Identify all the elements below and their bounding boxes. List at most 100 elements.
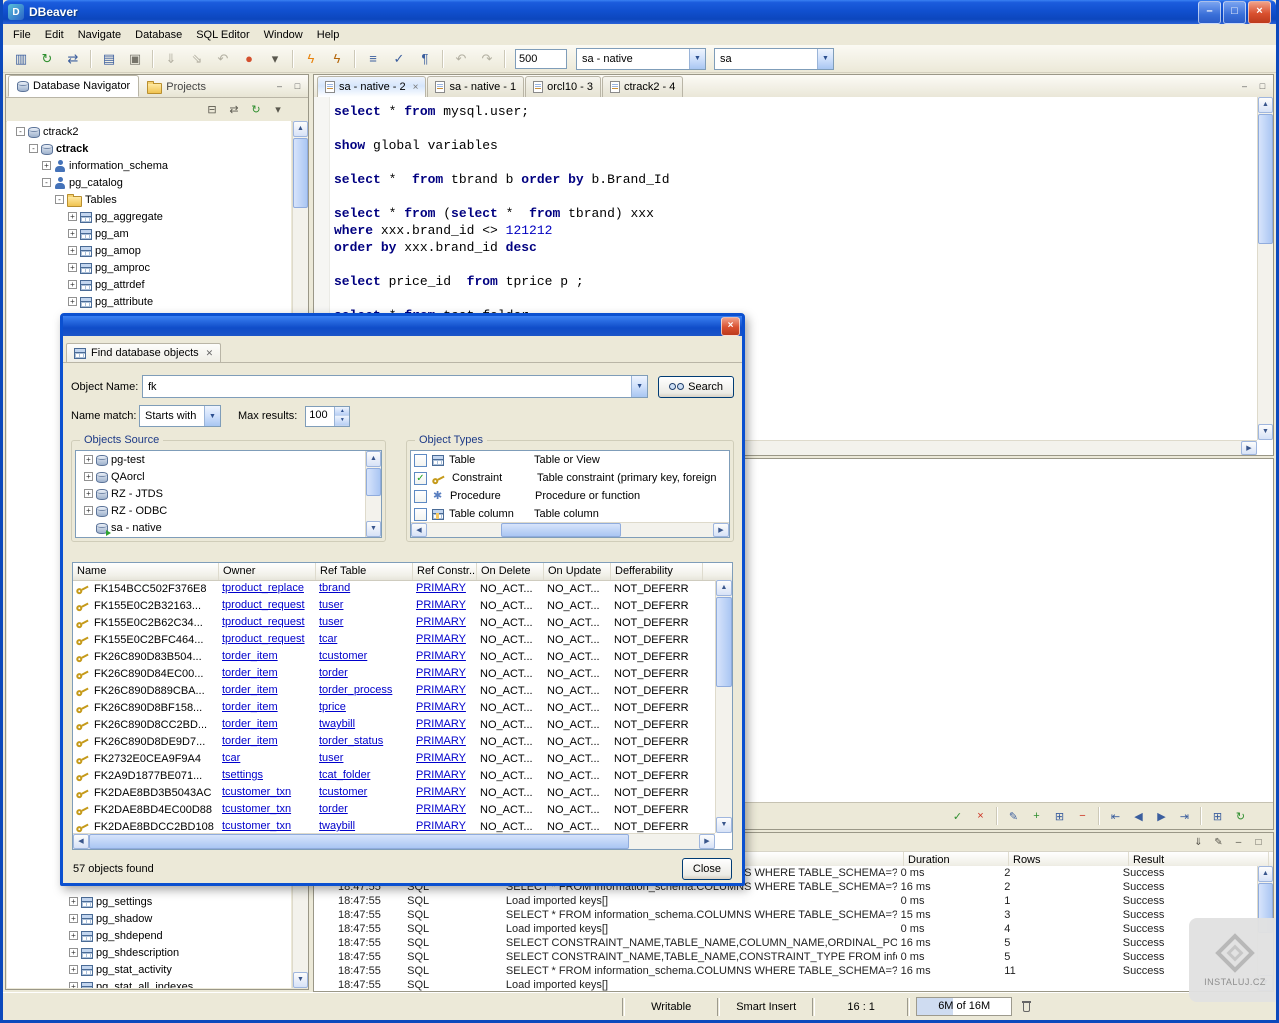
log-row[interactable]: 18:47:55 SQL Load imported keys[] 0 ms 4 Succ… — [314, 922, 1257, 936]
minimize-view-icon[interactable]: – — [272, 78, 287, 93]
first-row-icon[interactable]: ⇤ — [1105, 806, 1126, 827]
window-titlebar[interactable]: D DBeaver – □ × — [3, 0, 1276, 24]
edit-value-icon[interactable]: ✎ — [1003, 806, 1024, 827]
column-header-ref-constr[interactable]: Ref Constr... — [413, 563, 477, 580]
checkbox-unchecked-icon[interactable] — [414, 507, 427, 521]
source-item-pg-test[interactable]: + pg-test — [76, 451, 381, 468]
menu-item-file[interactable]: File — [6, 27, 38, 43]
tree-item-pg-am[interactable]: + pg_am — [7, 225, 291, 242]
tree-item-pg-shdepend[interactable]: + pg_shdepend — [8, 927, 291, 944]
menu-item-edit[interactable]: Edit — [38, 27, 71, 43]
tree-item-information-schema[interactable]: + information_schema — [7, 157, 291, 174]
column-header-ref-table[interactable]: Ref Table — [316, 563, 413, 580]
table-row[interactable]: FK155E0C2B62C34... tproduct_request tuser P… — [73, 614, 715, 631]
expand-icon[interactable]: + — [69, 982, 78, 988]
transaction-mode-icon[interactable]: ⇄ — [61, 47, 85, 71]
chevron-down-icon[interactable]: ▼ — [817, 48, 833, 69]
tree-item-pg-attrdef[interactable]: + pg_attrdef — [7, 276, 291, 293]
spin-up-icon[interactable]: ▲ — [335, 406, 350, 416]
log-row[interactable]: 18:47:55 SQL SELECT * FROM information_sch… — [314, 908, 1257, 922]
scroll-down-icon[interactable]: ▼ — [366, 521, 381, 537]
log-row[interactable]: 18:47:55 SQL SELECT CONSTRAINT_NAME,TABLE_… — [314, 950, 1257, 964]
object-type-table[interactable]: Table Table or View — [411, 451, 729, 469]
expand-icon[interactable]: + — [68, 263, 77, 272]
tab-database-navigator[interactable]: Database Navigator — [8, 75, 140, 97]
refresh-tree-icon[interactable]: ↻ — [246, 100, 266, 120]
maximize-view-icon[interactable]: □ — [1255, 78, 1270, 93]
table-row[interactable]: FK26C890D8CC2BD... torder_item twaybill PRI… — [73, 716, 715, 733]
scroll-down-icon[interactable]: ▼ — [716, 817, 732, 833]
tree-item-pg-shadow[interactable]: + pg_shadow — [8, 910, 291, 927]
scroll-left-icon[interactable]: ◀ — [411, 523, 427, 537]
types-horizontal-scrollbar[interactable]: ◀ ▶ — [411, 522, 729, 537]
column-header-defferability[interactable]: Defferability — [611, 563, 703, 580]
expand-icon[interactable]: + — [68, 212, 77, 221]
link-with-editor-icon[interactable]: ⇄ — [224, 100, 244, 120]
table-row[interactable]: FK2DAE8BDCC2BD108 tcustomer_txn twaybill PR… — [73, 818, 715, 833]
save-as-icon[interactable]: ⇘ — [185, 47, 209, 71]
name-match-select[interactable]: Starts with ▼ — [139, 405, 221, 427]
scroll-right-icon[interactable]: ▶ — [1241, 441, 1257, 455]
scroll-right-icon[interactable]: ▶ — [699, 834, 715, 849]
table-row[interactable]: FK2A9D1877BE071... tsettings tcat_folder PR… — [73, 767, 715, 784]
log-row[interactable]: 18:47:55 SQL SELECT * FROM information_sch… — [314, 964, 1257, 978]
tab-find-database-objects[interactable]: Find database objects ✕ — [66, 343, 222, 362]
expand-icon[interactable]: + — [69, 948, 78, 957]
minimize-button[interactable]: – — [1198, 0, 1221, 24]
new-sql-editor-icon[interactable]: ▤ — [97, 47, 121, 71]
log-row[interactable]: 18:47:55 SQL SELECT CONSTRAINT_NAME,TABLE_… — [314, 936, 1257, 950]
max-results-spinner[interactable]: 100 ▲ ▼ — [305, 405, 351, 427]
menu-item-sql-editor[interactable]: SQL Editor — [189, 27, 256, 43]
garbage-collect-button[interactable] — [1016, 997, 1036, 1017]
add-row-icon[interactable]: + — [1026, 806, 1047, 827]
tree-item-ctrack2[interactable]: - ctrack2 — [7, 123, 291, 140]
editor-tab-sa-native-1[interactable]: sa - native - 1 — [427, 76, 525, 97]
log-row[interactable]: 18:47:55 SQL Load imported keys[] 0 ms 1 Succ… — [314, 894, 1257, 908]
next-row-icon[interactable]: ▶ — [1151, 806, 1172, 827]
reconnect-icon[interactable]: ↻ — [35, 47, 59, 71]
expand-icon[interactable]: + — [68, 229, 77, 238]
log-filter-icon[interactable]: ✎ — [1210, 834, 1227, 850]
editor-tab-sa-native-2[interactable]: sa - native - 2 × — [317, 76, 427, 97]
collapse-icon[interactable]: - — [29, 144, 38, 153]
chevron-down-icon[interactable]: ▼ — [631, 376, 648, 397]
editor-scrollbar[interactable]: ▲ ▼ — [1257, 97, 1273, 440]
table-row[interactable]: FK155E0C2BFC464... tproduct_request tcar PR… — [73, 631, 715, 648]
execute-statement-icon[interactable]: ϟ — [299, 47, 323, 71]
scroll-right-icon[interactable]: ▶ — [713, 523, 729, 537]
source-item-qaorcl[interactable]: + QAorcl — [76, 468, 381, 485]
grid-view-icon[interactable]: ⊞ — [1207, 806, 1228, 827]
expand-icon[interactable]: + — [69, 931, 78, 940]
fetch-size-input[interactable] — [515, 48, 567, 69]
expand-icon[interactable]: + — [84, 489, 93, 498]
table-row[interactable]: FK155E0C2B32163... tproduct_request tuser P… — [73, 597, 715, 614]
table-row[interactable]: FK2DAE8BD4EC00D88 tcustomer_txn torder PRIM… — [73, 801, 715, 818]
redo-icon[interactable]: ↷ — [475, 47, 499, 71]
maximize-view-icon[interactable]: □ — [290, 78, 305, 93]
editor-tab-ctrack2-4[interactable]: ctrack2 - 4 — [601, 76, 684, 97]
close-button[interactable]: × — [1248, 0, 1271, 24]
object-name-input[interactable]: fk ▼ — [142, 375, 649, 398]
menu-item-database[interactable]: Database — [128, 27, 189, 43]
scroll-down-icon[interactable]: ▼ — [1258, 424, 1273, 440]
toolbar-menu-icon[interactable]: ▾ — [263, 47, 287, 71]
log-row[interactable]: 18:47:55 SQL Load imported keys[] — [314, 978, 1257, 991]
expand-icon[interactable]: + — [84, 506, 93, 515]
column-header-on-delete[interactable]: On Delete — [477, 563, 544, 580]
expand-icon[interactable]: + — [69, 897, 78, 906]
results-horizontal-scrollbar[interactable]: ◀ ▶ — [73, 833, 715, 849]
tree-item-pg-amproc[interactable]: + pg_amproc — [7, 259, 291, 276]
table-row[interactable]: FK26C890D889CBA... torder_item torder_proc… — [73, 682, 715, 699]
chevron-down-icon[interactable]: ▼ — [204, 406, 220, 426]
column-header-on-update[interactable]: On Update — [544, 563, 611, 580]
tab-projects[interactable]: Projects — [139, 77, 214, 97]
table-row[interactable]: FK26C890D8DE9D7... torder_item torder_stat… — [73, 733, 715, 750]
scroll-up-icon[interactable]: ▲ — [366, 451, 381, 467]
scroll-up-icon[interactable]: ▲ — [1258, 97, 1273, 113]
expand-icon[interactable]: + — [68, 280, 77, 289]
last-row-icon[interactable]: ⇥ — [1174, 806, 1195, 827]
apply-changes-icon[interactable]: ✓ — [947, 806, 968, 827]
error-marker-icon[interactable]: ● — [237, 47, 261, 71]
maximize-button[interactable]: □ — [1223, 0, 1246, 24]
column-header-name[interactable]: Name — [73, 563, 219, 580]
